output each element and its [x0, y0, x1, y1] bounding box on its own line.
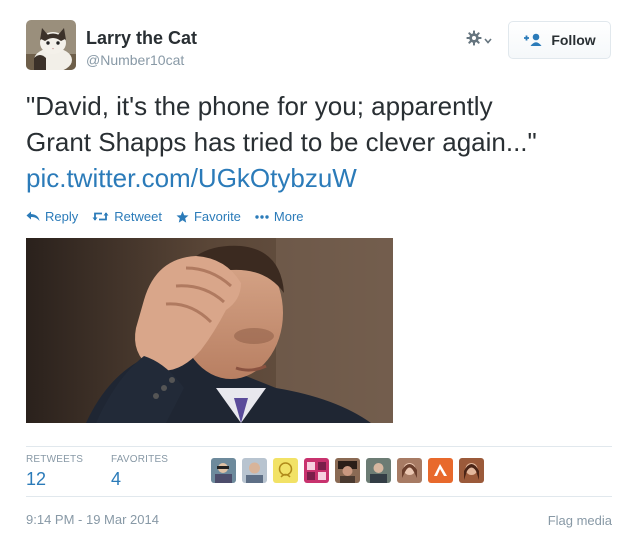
retweet-label: Retweet: [114, 209, 162, 224]
more-label: More: [273, 209, 304, 224]
tweet-text: "David, it's the phone for you; apparent…: [26, 88, 616, 196]
add-user-icon: [523, 33, 543, 47]
author-handle[interactable]: @Number10cat: [86, 52, 184, 68]
chevron-down-icon: [484, 31, 492, 49]
user-avatar[interactable]: [459, 458, 484, 483]
favorites-stat[interactable]: FAVORITES 4: [111, 454, 168, 490]
user-avatar[interactable]: [304, 458, 329, 483]
stats-top-divider: [26, 446, 612, 447]
retweets-label: RETWEETS: [26, 454, 84, 465]
author-display-name[interactable]: Larry the Cat: [86, 28, 197, 49]
favorite-label: Favorite: [193, 209, 241, 224]
engagement-avatars: [211, 458, 484, 483]
follow-label: Follow: [551, 32, 596, 48]
tweet-timestamp[interactable]: 9:14 PM - 19 Mar 2014: [26, 512, 159, 527]
favorite-button[interactable]: Favorite: [176, 209, 241, 224]
user-avatar[interactable]: [273, 458, 298, 483]
flag-media-link[interactable]: Flag media: [548, 513, 612, 528]
user-avatar[interactable]: [335, 458, 360, 483]
retweet-button[interactable]: Retweet: [92, 209, 162, 224]
retweet-icon: [92, 211, 109, 222]
user-avatar[interactable]: [211, 458, 236, 483]
author-avatar[interactable]: [26, 20, 76, 70]
retweets-stat[interactable]: RETWEETS 12: [26, 454, 83, 490]
follow-button[interactable]: Follow: [508, 21, 611, 59]
settings-dropdown[interactable]: [466, 28, 502, 52]
reply-button[interactable]: Reply: [26, 209, 78, 224]
tweet-text-line-1: "David, it's the phone for you; apparent…: [26, 91, 493, 121]
ellipsis-icon: [255, 214, 269, 219]
tweet-card: Larry the Cat @Number10cat Follow "David…: [0, 0, 634, 540]
tweet-actions: Reply Retweet Favorite More: [26, 209, 304, 224]
user-avatar[interactable]: [428, 458, 453, 483]
user-avatar[interactable]: [242, 458, 267, 483]
tweet-text-line-2: Grant Shapps has tried to be clever agai…: [26, 127, 537, 157]
favorites-label: FAVORITES: [111, 454, 169, 465]
stats-bottom-divider: [26, 496, 612, 497]
reply-icon: [26, 211, 40, 222]
tweet-media-link[interactable]: pic.twitter.com/UGkOtybzuW: [26, 160, 616, 196]
retweets-count: 12: [26, 469, 47, 489]
gear-icon: [466, 30, 482, 51]
more-button[interactable]: More: [255, 209, 304, 224]
user-avatar[interactable]: [397, 458, 422, 483]
star-icon: [176, 210, 189, 223]
reply-label: Reply: [45, 209, 79, 224]
favorites-count: 4: [111, 469, 122, 489]
user-avatar[interactable]: [366, 458, 391, 483]
tweet-photo[interactable]: [26, 238, 393, 423]
